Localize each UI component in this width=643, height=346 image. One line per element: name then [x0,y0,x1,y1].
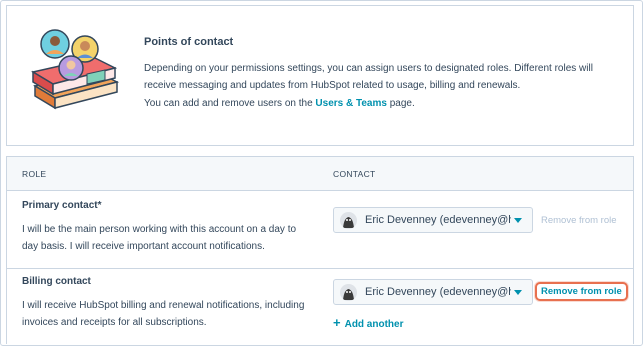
contact-select-value: Eric Devenney (edevenney@hubspot.com) [365,286,511,298]
contact-select-value: Eric Devenney (edevenney@hubspot.com) [365,214,511,226]
add-another-button[interactable]: + Add another [333,315,403,330]
column-header-role: ROLE [22,169,47,179]
contact-select[interactable]: Eric Devenney (edevenney@hubspot.com) [333,207,533,233]
points-of-contact-card: Points of contact Depending on your perm… [6,5,634,146]
avatar [340,284,357,301]
contact-select[interactable]: Eric Devenney (edevenney@hubspot.com) [333,279,533,305]
contacts-table: ROLE CONTACT Primary contact* I will be … [6,156,634,344]
remove-from-role-button[interactable]: Remove from role [541,215,617,226]
users-teams-link[interactable]: Users & Teams [315,98,387,109]
chevron-down-icon [514,290,522,295]
avatar [340,212,357,229]
role-title: Billing contact [22,276,91,287]
table-header: ROLE CONTACT [7,157,633,191]
plus-icon: + [333,315,341,330]
info-users-teams-text: You can add and remove users on the User… [144,98,415,109]
column-header-contact: CONTACT [333,169,376,179]
book-stack-illustration-icon [31,29,120,110]
table-row-billing-contact: Billing contact I will receive HubSpot b… [7,269,633,345]
chevron-down-icon [514,218,522,223]
add-another-label: Add another [344,319,404,330]
info-title: Points of contact [144,36,234,48]
role-description: I will be the main person working with t… [22,224,297,252]
table-row-primary-contact: Primary contact* I will be the main pers… [7,191,633,269]
remove-from-role-button[interactable]: Remove from role [535,282,628,301]
role-description: I will receive HubSpot billing and renew… [22,300,305,328]
info-link-suffix: page. [386,98,415,109]
info-description: Depending on your permissions settings, … [144,63,593,91]
info-link-prefix: You can add and remove users on the [144,98,316,109]
role-title: Primary contact* [22,200,102,211]
